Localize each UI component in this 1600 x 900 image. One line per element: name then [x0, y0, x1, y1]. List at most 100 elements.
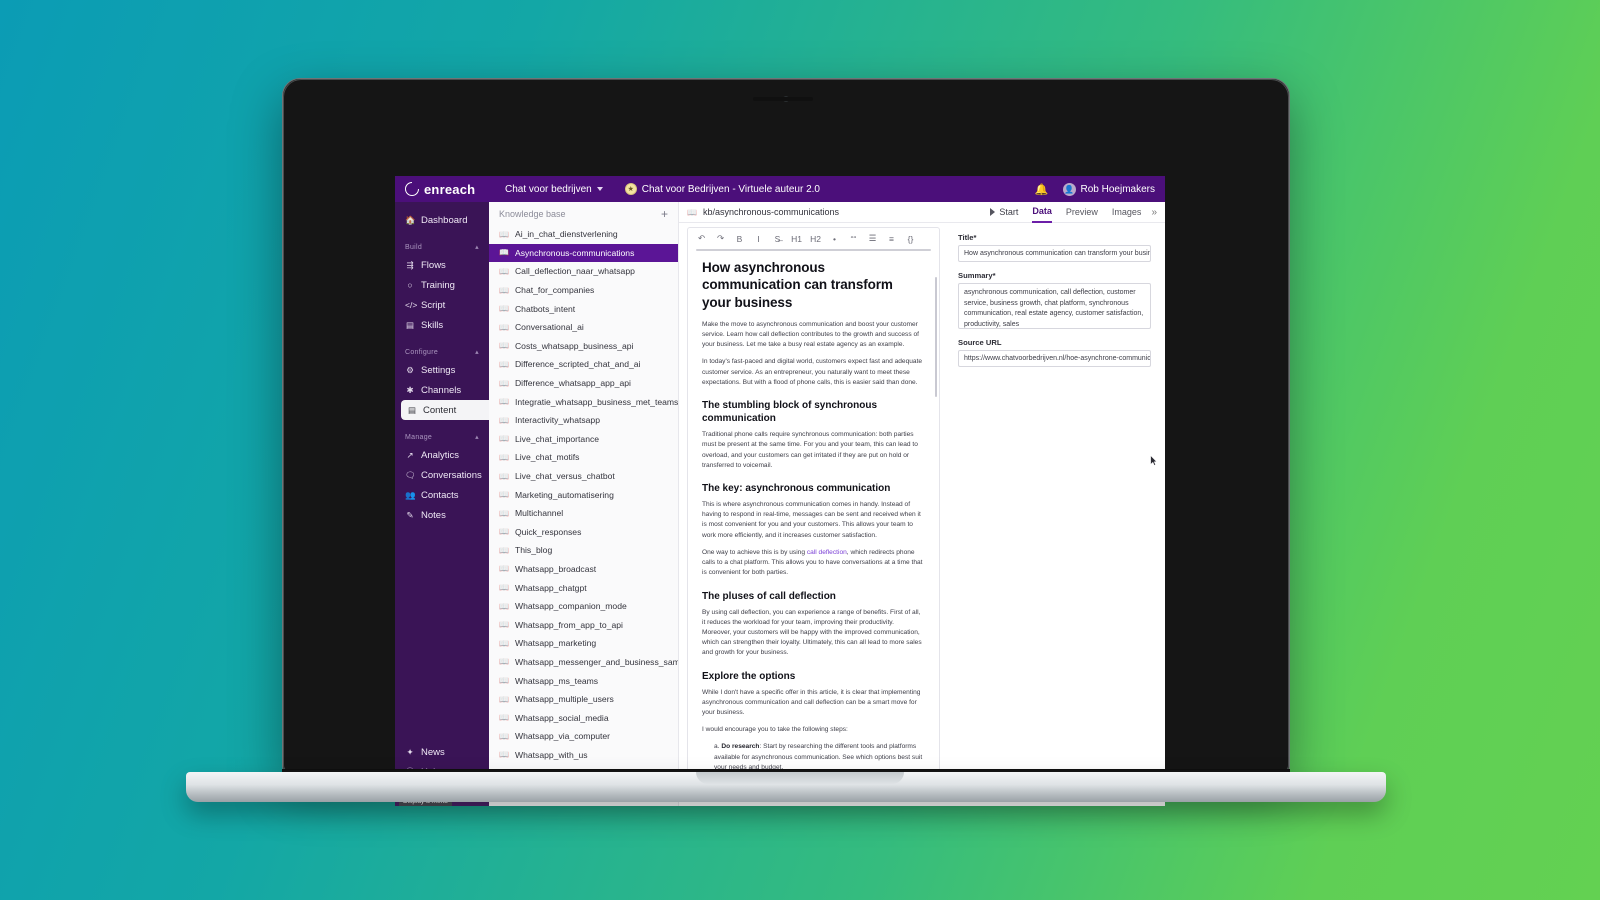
sidebar: 🏠 Dashboard Build ▴ ⇶ Flows ○ Training <…	[395, 202, 489, 806]
start-button[interactable]: Start	[990, 207, 1018, 217]
kb-list-item[interactable]: 📖 Whatsapp_social_media	[489, 708, 678, 727]
sidebar-group-build[interactable]: Build ▴	[395, 239, 489, 255]
bullet-dot-icon[interactable]: •	[825, 234, 844, 244]
plus-icon[interactable]: +	[661, 208, 668, 220]
kb-list-item[interactable]: 📖 Whatsapp_with_us	[489, 746, 678, 765]
unordered-list-icon[interactable]: ☰	[863, 233, 882, 244]
kb-list-item[interactable]: 📖 Costs_whatsapp_business_api	[489, 337, 678, 356]
user-menu[interactable]: 👤 Rob Hoejmakers	[1062, 182, 1155, 196]
italic-icon[interactable]: I	[749, 234, 768, 244]
tab-images[interactable]: Images	[1112, 202, 1142, 223]
title-field-label: Title*	[958, 233, 977, 242]
sidebar-group-manage[interactable]: Manage ▴	[395, 429, 489, 445]
title-input[interactable]: How asynchronous communication can trans…	[958, 245, 1151, 262]
sidebar-item-analytics[interactable]: ↗ Analytics	[395, 445, 489, 465]
kb-list-item[interactable]: 📖 Whatsapp_broadcast	[489, 560, 678, 579]
kb-list-item-label: Whatsapp_with_us	[514, 749, 588, 760]
sidebar-item-dashboard[interactable]: 🏠 Dashboard	[395, 210, 489, 230]
kb-list-item[interactable]: 📖 Chatbots_intent	[489, 299, 678, 318]
tab-preview[interactable]: Preview	[1066, 202, 1098, 223]
kb-list-item[interactable]: 📖 Multichannel	[489, 504, 678, 523]
code-block-icon[interactable]: {}	[901, 234, 920, 244]
sidebar-item-settings[interactable]: ⚙ Settings	[395, 360, 489, 380]
kb-list-item-label: Whatsapp_chatgpt	[514, 582, 587, 593]
sidebar-item-skills[interactable]: ▤ Skills	[395, 315, 489, 335]
kb-list-item-label: Whatsapp_companion_mode	[514, 601, 627, 612]
sidebar-item-flows[interactable]: ⇶ Flows	[395, 255, 489, 275]
laptop-trackpad-notch	[696, 772, 904, 784]
kb-list-item[interactable]: 📖 Marketing_automatisering	[489, 485, 678, 504]
kb-list-item[interactable]: 📖 Live_chat_versus_chatbot	[489, 467, 678, 486]
kb-list-item[interactable]: 📖 Whatsapp_ms_teams	[489, 671, 678, 690]
kb-list-item[interactable]: 📖 Call_deflection_naar_whatsapp	[489, 262, 678, 281]
kb-list-item[interactable]: 📖 This_blog	[489, 541, 678, 560]
heading-1-icon[interactable]: H1	[787, 234, 806, 244]
kb-list-item[interactable]: 📖 Chat_for_companies	[489, 281, 678, 300]
knowledge-base-list[interactable]: 📖 Ai_in_chat_dienstverlening 📖 Asynchronous…	[489, 225, 678, 806]
workspace-selector[interactable]: Chat voor bedrijven	[505, 184, 603, 195]
document-content[interactable]: How asynchronous communication can trans…	[688, 251, 939, 788]
chevron-down-icon	[596, 187, 603, 191]
kb-list-item[interactable]: 📖 Conversational_ai	[489, 318, 678, 337]
kb-list-item[interactable]: 📖 Ai_in_chat_dienstverlening	[489, 225, 678, 244]
tab-data[interactable]: Data	[1032, 202, 1052, 223]
sidebar-group-label: Configure	[405, 348, 439, 356]
sidebar-item-contacts[interactable]: 👥 Contacts	[395, 485, 489, 505]
book-icon: 📖	[687, 207, 697, 217]
bold-icon[interactable]: B	[730, 234, 749, 244]
bell-icon[interactable]: 🔔	[1035, 183, 1049, 196]
kb-list-item[interactable]: 📖 Whatsapp_marketing	[489, 634, 678, 653]
agent-selector[interactable]: ★ Chat voor Bedrijven - Virtuele auteur …	[624, 183, 820, 195]
brand-logo[interactable]: enreach	[405, 182, 499, 197]
sidebar-item-label: Channels	[421, 384, 462, 396]
kb-list-item-label: Call_deflection_naar_whatsapp	[514, 266, 635, 277]
kb-list-item[interactable]: 📖 Asynchronous-communications	[489, 243, 678, 263]
kb-list-item[interactable]: 📖 Live_chat_importance	[489, 430, 678, 449]
kb-list-item-label: Whatsapp_ms_teams	[514, 675, 599, 686]
kb-list-item[interactable]: 📖 Difference_whatsapp_app_api	[489, 374, 678, 393]
strikethrough-icon[interactable]: S̶	[768, 234, 787, 244]
kb-list-item[interactable]: 📖 Whatsapp_via_computer	[489, 727, 678, 746]
kb-list-item[interactable]: 📖 Whatsapp_multiple_users	[489, 690, 678, 709]
kb-list-item[interactable]: 📖 Whatsapp_companion_mode	[489, 597, 678, 616]
sidebar-item-notes[interactable]: ✎ Notes	[395, 505, 489, 525]
kb-list-item[interactable]: 📖 Quick_responses	[489, 523, 678, 542]
heading-2-icon[interactable]: H2	[806, 234, 825, 244]
chevrons-right-icon[interactable]: »	[1151, 207, 1157, 218]
sidebar-item-script[interactable]: </> Script	[395, 295, 489, 315]
sidebar-item-channels[interactable]: ✱ Channels	[395, 380, 489, 400]
kb-list-item-label: Costs_whatsapp_business_api	[514, 340, 634, 351]
quote-icon[interactable]: ““	[844, 234, 863, 244]
sidebar-item-content[interactable]: ▤ Content	[401, 400, 489, 420]
knowledge-base-header: Knowledge base +	[489, 202, 678, 225]
sidebar-group-configure[interactable]: Configure ▴	[395, 344, 489, 360]
workspace-label: Chat voor bedrijven	[505, 183, 592, 195]
sidebar-item-label: Flows	[421, 259, 446, 271]
kb-list-item[interactable]: 📖 Whatsapp_from_app_to_api	[489, 615, 678, 634]
ordered-list-icon[interactable]: ≡	[882, 234, 901, 244]
sidebar-item-training[interactable]: ○ Training	[395, 275, 489, 295]
sidebar-item-news[interactable]: ✦ News	[395, 742, 489, 762]
document-heading: The pluses of call deflection	[702, 590, 836, 602]
source-url-input[interactable]: https://www.chatvoorbedrijven.nl/hoe-asy…	[958, 350, 1151, 367]
tab-label: Images	[1111, 207, 1142, 217]
book-icon: 📖	[499, 638, 509, 648]
book-icon: 📖	[499, 601, 509, 611]
kb-list-item[interactable]: 📖 Integratie_whatsapp_business_met_teams	[489, 392, 678, 411]
book-icon: 📖	[499, 676, 509, 686]
summary-textarea[interactable]: asynchronous communication, call deflect…	[958, 283, 1151, 329]
kb-list-item[interactable]: 📖 Difference_scripted_chat_and_ai	[489, 355, 678, 374]
kb-list-item[interactable]: 📖 Live_chat_motifs	[489, 448, 678, 467]
inline-link[interactable]: call deflection	[807, 549, 847, 556]
sidebar-item-conversations[interactable]: 🗨 Conversations	[395, 465, 489, 485]
document-paragraph: Make the move to asynchronous communicat…	[702, 320, 919, 349]
editor-header: 📖 kb/asynchronous-communications Start D…	[679, 202, 1165, 223]
kb-list-item[interactable]: 📖 Whatsapp_chatgpt	[489, 578, 678, 597]
undo-icon[interactable]: ↶	[692, 233, 711, 244]
tab-label: Data	[1032, 206, 1052, 216]
kb-list-item[interactable]: 📖 Whatsapp_messenger_and_business_same_p.…	[489, 653, 678, 672]
kb-list-item[interactable]: 📖 Interactivity_whatsapp	[489, 411, 678, 430]
redo-icon[interactable]: ↷	[711, 233, 730, 244]
document-scrollbar[interactable]	[935, 277, 937, 397]
sidebar-item-label: Dashboard	[421, 214, 468, 226]
